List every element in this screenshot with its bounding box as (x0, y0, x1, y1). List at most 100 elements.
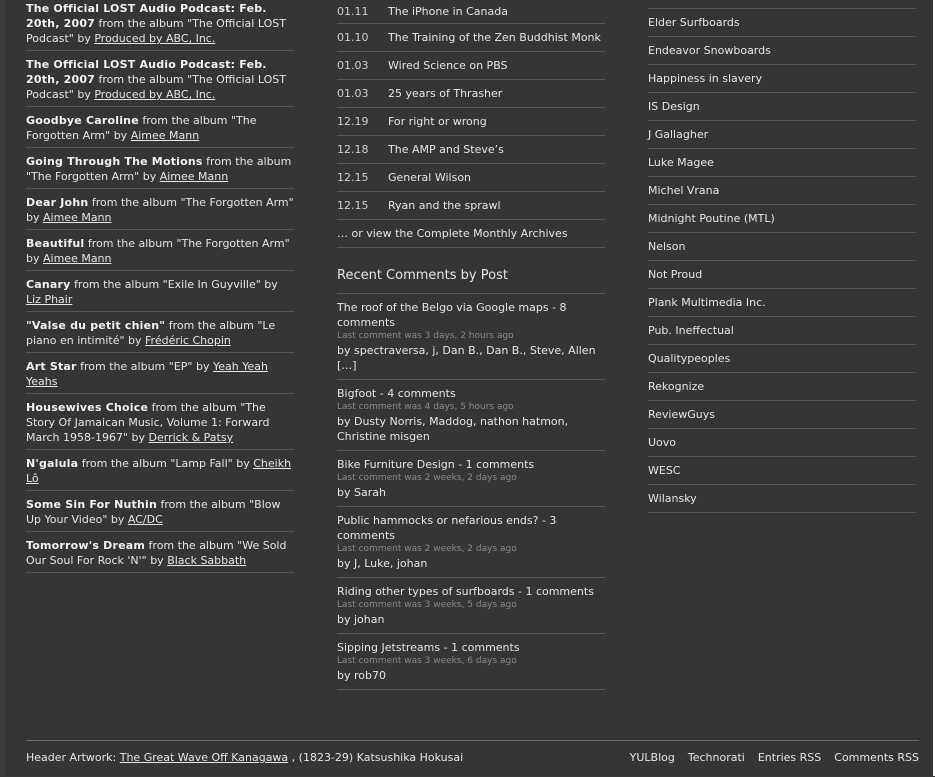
post-link[interactable]: The AMP and Steve’s (388, 143, 504, 156)
track-artist-link[interactable]: AC/DC (128, 513, 163, 526)
track-artist-link[interactable]: Produced by ABC, Inc. (94, 32, 215, 45)
track-artist-link[interactable]: Liz Phair (26, 293, 72, 306)
comment-post-link[interactable]: Bigfoot - 4 comments (337, 386, 605, 401)
blogroll-row-clipped (648, 0, 916, 9)
track-item: Canary from the album "Exile In Guyville… (26, 276, 294, 312)
blogroll-link[interactable]: Wilansky (648, 492, 697, 505)
comment-post-link[interactable]: Sipping Jetstreams - 1 comments (337, 640, 605, 655)
comment-meta: Last comment was 3 weeks, 6 days ago (337, 656, 517, 666)
post-link[interactable]: Ryan and the sprawl (388, 199, 501, 212)
blogroll-link[interactable]: ReviewGuys (648, 408, 715, 421)
blogroll-link[interactable]: Uovo (648, 436, 676, 449)
comment-item: Bike Furniture Design - 1 comments Last c… (337, 451, 605, 507)
monthly-archives-link[interactable]: … or view the Complete Monthly Archives (337, 227, 568, 240)
blogroll-list: Elder Surfboards Endeavor Snowboards Happi… (648, 0, 916, 513)
track-title: Canary (26, 278, 71, 291)
track-title: N'galula (26, 457, 79, 470)
track-title: Tomorrow's Dream (26, 539, 146, 552)
footer-link-comments-rss[interactable]: Comments RSS (834, 751, 919, 764)
track-title: Going Through The Motions (26, 155, 203, 168)
track-item: Some Sin For Nuthin from the album "Blow… (26, 496, 294, 532)
comment-authors: by johan (337, 613, 385, 626)
blogroll-link[interactable]: Michel Vrana (648, 184, 719, 197)
footer-artwork-link[interactable]: The Great Wave Off Kanagawa (120, 751, 288, 764)
track-artist-link[interactable]: Derrick & Patsy (149, 431, 234, 444)
blogroll-item: IS Design (648, 93, 916, 121)
blogroll-link[interactable]: IS Design (648, 100, 700, 113)
blogroll-item: Pub. Ineffectual (648, 317, 916, 345)
blogroll-link[interactable]: Not Proud (648, 268, 702, 281)
footer-nav: YULBlog Technorati Entries RSS Comments … (630, 751, 919, 764)
blogroll-link[interactable]: J Gallagher (648, 128, 708, 141)
post-row: 12.19 For right or wrong (337, 108, 605, 136)
post-row: 01.03 Wired Science on PBS (337, 52, 605, 80)
blogroll-item: Happiness in slavery (648, 65, 916, 93)
post-row: 12.15 Ryan and the sprawl (337, 192, 605, 220)
track-artist-link[interactable]: Aimee Mann (160, 170, 229, 183)
blogroll-link[interactable]: Happiness in slavery (648, 72, 762, 85)
post-date: 01.11 (337, 5, 369, 18)
blogroll-link[interactable]: Rekognize (648, 380, 704, 393)
track-title: Housewives Choice (26, 401, 149, 414)
track-title: Goodbye Caroline (26, 114, 139, 127)
footer-link-yulblog[interactable]: YULBlog (630, 751, 675, 764)
track-artist-link[interactable]: Aimee Mann (131, 129, 200, 142)
post-date: 01.03 (337, 87, 369, 100)
track-album: from the album "Lamp Fall" by (78, 457, 254, 470)
post-link[interactable]: For right or wrong (388, 115, 487, 128)
post-link[interactable]: The Training of the Zen Buddhist Monk (388, 31, 601, 44)
blogroll-link[interactable]: WESC (648, 464, 681, 477)
comment-post-link[interactable]: The roof of the Belgo via Google maps - … (337, 300, 605, 330)
blogroll-link[interactable]: Endeavor Snowboards (648, 44, 771, 57)
track-album: from the album "EP" by (76, 360, 213, 373)
track-item: Going Through The Motions from the album… (26, 153, 294, 189)
post-row: 12.15 General Wilson (337, 164, 605, 192)
blogroll-item: Plank Multimedia Inc. (648, 289, 916, 317)
blogroll-link[interactable]: Elder Surfboards (648, 16, 740, 29)
track-item: "Valse du petit chien" from the album "L… (26, 317, 294, 353)
track-item: The Official LOST Audio Podcast: Feb. 20… (26, 0, 294, 51)
comment-item: Sipping Jetstreams - 1 comments Last comm… (337, 634, 605, 690)
blogroll-item: ReviewGuys (648, 401, 916, 429)
blogroll-item: Not Proud (648, 261, 916, 289)
post-link[interactable]: General Wilson (388, 171, 471, 184)
track-artist-link[interactable]: Black Sabbath (167, 554, 246, 567)
post-link[interactable]: The iPhone in Canada (388, 5, 508, 18)
track-artist-link[interactable]: Aimee Mann (43, 211, 112, 224)
post-date: 12.19 (337, 115, 369, 128)
comment-post-link[interactable]: Riding other types of surfboards - 1 com… (337, 584, 605, 599)
blogroll-item: Elder Surfboards (648, 9, 916, 37)
comment-meta: Last comment was 3 weeks, 5 days ago (337, 600, 517, 610)
track-artist-link[interactable]: Produced by ABC, Inc. (94, 88, 215, 101)
comment-post-link[interactable]: Bike Furniture Design - 1 comments (337, 457, 605, 472)
blogroll-link[interactable]: Plank Multimedia Inc. (648, 296, 766, 309)
blogroll-item: Michel Vrana (648, 177, 916, 205)
blogroll-link[interactable]: Nelson (648, 240, 686, 253)
blogroll-link[interactable]: Pub. Ineffectual (648, 324, 734, 337)
post-date: 01.10 (337, 31, 369, 44)
comment-item: Public hammocks or nefarious ends? - 3 c… (337, 507, 605, 578)
comment-authors: by J, Luke, johan (337, 557, 428, 570)
footer-artwork-label: Header Artwork: (26, 751, 120, 764)
comment-meta: Last comment was 2 weeks, 2 days ago (337, 544, 517, 554)
post-date: 01.03 (337, 59, 369, 72)
post-link[interactable]: Wired Science on PBS (388, 59, 508, 72)
blogroll-item: WESC (648, 457, 916, 485)
blogroll-item: J Gallagher (648, 121, 916, 149)
blogroll-link[interactable]: Qualitypeoples (648, 352, 730, 365)
track-artist-link[interactable]: Aimee Mann (43, 252, 112, 265)
recent-tracks-list: The Official LOST Audio Podcast: Feb. 20… (26, 0, 294, 578)
post-link[interactable]: 25 years of Thrasher (388, 87, 502, 100)
track-title: Art Star (26, 360, 77, 373)
footer-link-technorati[interactable]: Technorati (688, 751, 745, 764)
comment-post-link[interactable]: Public hammocks or nefarious ends? - 3 c… (337, 513, 605, 543)
footer-link-entries-rss[interactable]: Entries RSS (758, 751, 821, 764)
comment-authors: by Sarah (337, 486, 386, 499)
blogroll-item: Luke Magee (648, 149, 916, 177)
track-artist-link[interactable]: Frédéric Chopin (145, 334, 231, 347)
track-title: Beautiful (26, 237, 85, 250)
track-item: Dear John from the album "The Forgotten … (26, 194, 294, 230)
blogroll-link[interactable]: Luke Magee (648, 156, 714, 169)
blogroll-link[interactable]: Midnight Poutine (MTL) (648, 212, 775, 225)
blogroll-item: Endeavor Snowboards (648, 37, 916, 65)
